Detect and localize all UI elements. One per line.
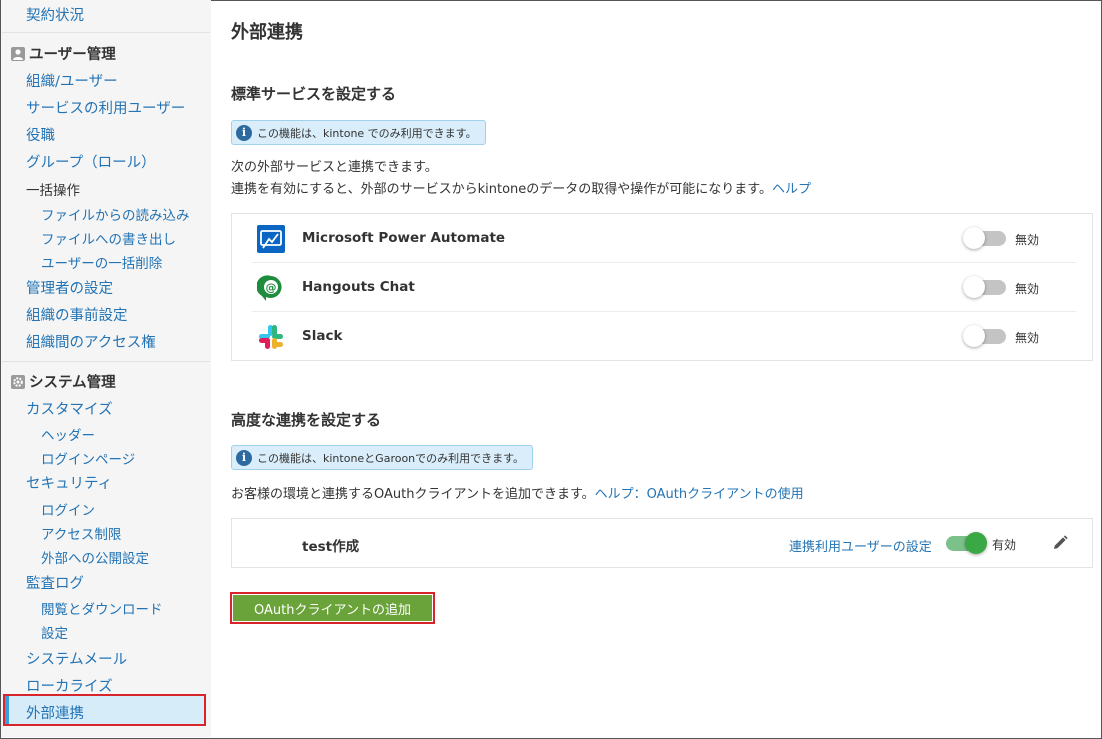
- service-row: @ Hangouts Chat 無効: [232, 263, 1092, 312]
- standard-info-banner: i この機能は、kintone でのみ利用できます。: [231, 120, 486, 145]
- oauth-client-toggle[interactable]: [943, 532, 987, 554]
- sidebar: 契約状況 ユーザー管理 組織/ユーザー サービスの利用ユーザー 役職 グループ（…: [1, 0, 211, 737]
- sidebar-item-localize[interactable]: ローカライズ: [26, 675, 113, 696]
- sidebar-item-contract[interactable]: 契約状況: [26, 4, 84, 25]
- sidebar-item-export[interactable]: ファイルへの書き出し: [41, 228, 176, 248]
- service-status: 無効: [1015, 282, 1040, 296]
- oauth-client-row: test作成 連携利用ユーザーの設定 有効: [231, 518, 1093, 568]
- sidebar-item-org-users[interactable]: 組織/ユーザー: [26, 70, 118, 91]
- sidebar-divider: [2, 32, 210, 33]
- svg-text:@: @: [266, 281, 277, 294]
- add-oauth-client-button[interactable]: OAuthクライアントの追加: [233, 595, 432, 621]
- main-content: 外部連携 標準サービスを設定する i この機能は、kintone でのみ利用でき…: [212, 0, 1100, 737]
- standard-desc-text: 連携を有効にすると、外部のサービスからkintoneのデータの取得や操作が可能に…: [231, 182, 772, 197]
- service-row: Microsoft Power Automate 無効: [232, 214, 1092, 263]
- sidebar-item-org-access[interactable]: 組織間のアクセス権: [26, 331, 156, 352]
- sidebar-item-integration[interactable]: 外部連携: [26, 702, 84, 723]
- sidebar-item-import[interactable]: ファイルからの読み込み: [41, 204, 190, 224]
- oauth-client-name: test作成: [302, 539, 360, 555]
- sidebar-item-view-download[interactable]: 閲覧とダウンロード: [41, 598, 163, 618]
- service-toggle[interactable]: [963, 276, 1007, 298]
- service-toggle[interactable]: [963, 227, 1007, 249]
- service-status: 無効: [1015, 233, 1040, 247]
- sidebar-item-bulk-delete[interactable]: ユーザーの一括削除: [41, 252, 162, 272]
- info-icon: i: [236, 124, 252, 141]
- oauth-client-status: 有効: [992, 538, 1017, 552]
- sidebar-item-admins[interactable]: 管理者の設定: [26, 277, 113, 298]
- oauth-help-link[interactable]: ヘルプ：OAuthクライアントの使用: [595, 487, 804, 502]
- advanced-desc: お客様の環境と連携するOAuthクライアントを追加できます。ヘルプ：OAuthク…: [231, 483, 804, 502]
- advanced-info-banner: i この機能は、kintoneとGaroonでのみ利用できます。: [231, 445, 534, 470]
- sidebar-item-bulk: 一括操作: [26, 183, 80, 199]
- standard-info-text: この機能は、kintone でのみ利用できます。: [257, 126, 477, 140]
- sidebar-item-public-settings[interactable]: 外部への公開設定: [41, 547, 149, 567]
- service-toggle[interactable]: [963, 325, 1007, 347]
- user-icon: [11, 46, 25, 61]
- pencil-icon[interactable]: [1051, 534, 1069, 552]
- system-mgmt-heading-label: システム管理: [29, 375, 116, 391]
- advanced-info-text: この機能は、kintoneとGaroonでのみ利用できます。: [257, 451, 525, 465]
- service-row: Slack 無効: [232, 312, 1092, 361]
- system-mgmt-heading: システム管理: [11, 371, 116, 392]
- info-icon: i: [236, 449, 252, 466]
- sidebar-item-org-preset[interactable]: 組織の事前設定: [26, 304, 128, 325]
- gear-icon: [11, 374, 25, 389]
- sidebar-divider: [2, 361, 210, 362]
- power-automate-icon: [257, 225, 285, 253]
- page-title: 外部連携: [231, 22, 303, 43]
- sidebar-item-security[interactable]: セキュリティ: [26, 472, 112, 493]
- sidebar-item-settings[interactable]: 設定: [41, 622, 68, 642]
- service-status: 無効: [1015, 331, 1040, 345]
- sidebar-item-roles[interactable]: 役職: [26, 124, 55, 145]
- standard-desc-line2: 連携を有効にすると、外部のサービスからkintoneのデータの取得や操作が可能に…: [231, 178, 811, 197]
- service-name: Hangouts Chat: [302, 279, 415, 295]
- sidebar-item-service-users[interactable]: サービスの利用ユーザー: [26, 97, 185, 118]
- advanced-desc-text: お客様の環境と連携するOAuthクライアントを追加できます。: [231, 487, 595, 502]
- user-mgmt-heading-label: ユーザー管理: [29, 47, 116, 63]
- sidebar-item-header[interactable]: ヘッダー: [41, 424, 95, 444]
- services-list: Microsoft Power Automate 無効 @ Hangouts C…: [231, 213, 1093, 361]
- user-mgmt-heading: ユーザー管理: [11, 43, 116, 64]
- sidebar-item-access-limit[interactable]: アクセス制限: [41, 523, 121, 543]
- standard-section-title: 標準サービスを設定する: [231, 85, 397, 103]
- standard-help-link[interactable]: ヘルプ: [772, 182, 811, 197]
- sidebar-item-customize[interactable]: カスタマイズ: [26, 398, 113, 419]
- standard-desc-line1: 次の外部サービスと連携できます。: [231, 160, 438, 175]
- service-name: Microsoft Power Automate: [302, 230, 506, 246]
- advanced-section-title: 高度な連携を設定する: [231, 411, 382, 429]
- sidebar-active-indicator: [5, 696, 9, 724]
- slack-icon: [257, 323, 285, 351]
- hangouts-chat-icon: @: [256, 274, 285, 302]
- sidebar-item-system-mail[interactable]: システムメール: [26, 648, 127, 669]
- sidebar-item-login[interactable]: ログイン: [41, 499, 95, 519]
- service-name: Slack: [302, 328, 343, 344]
- sidebar-item-groups[interactable]: グループ（ロール）: [26, 151, 156, 172]
- sidebar-item-login-page[interactable]: ログインページ: [41, 448, 135, 468]
- sidebar-item-audit-log[interactable]: 監査ログ: [26, 572, 84, 593]
- integration-user-settings-link[interactable]: 連携利用ユーザーの設定: [789, 536, 932, 555]
